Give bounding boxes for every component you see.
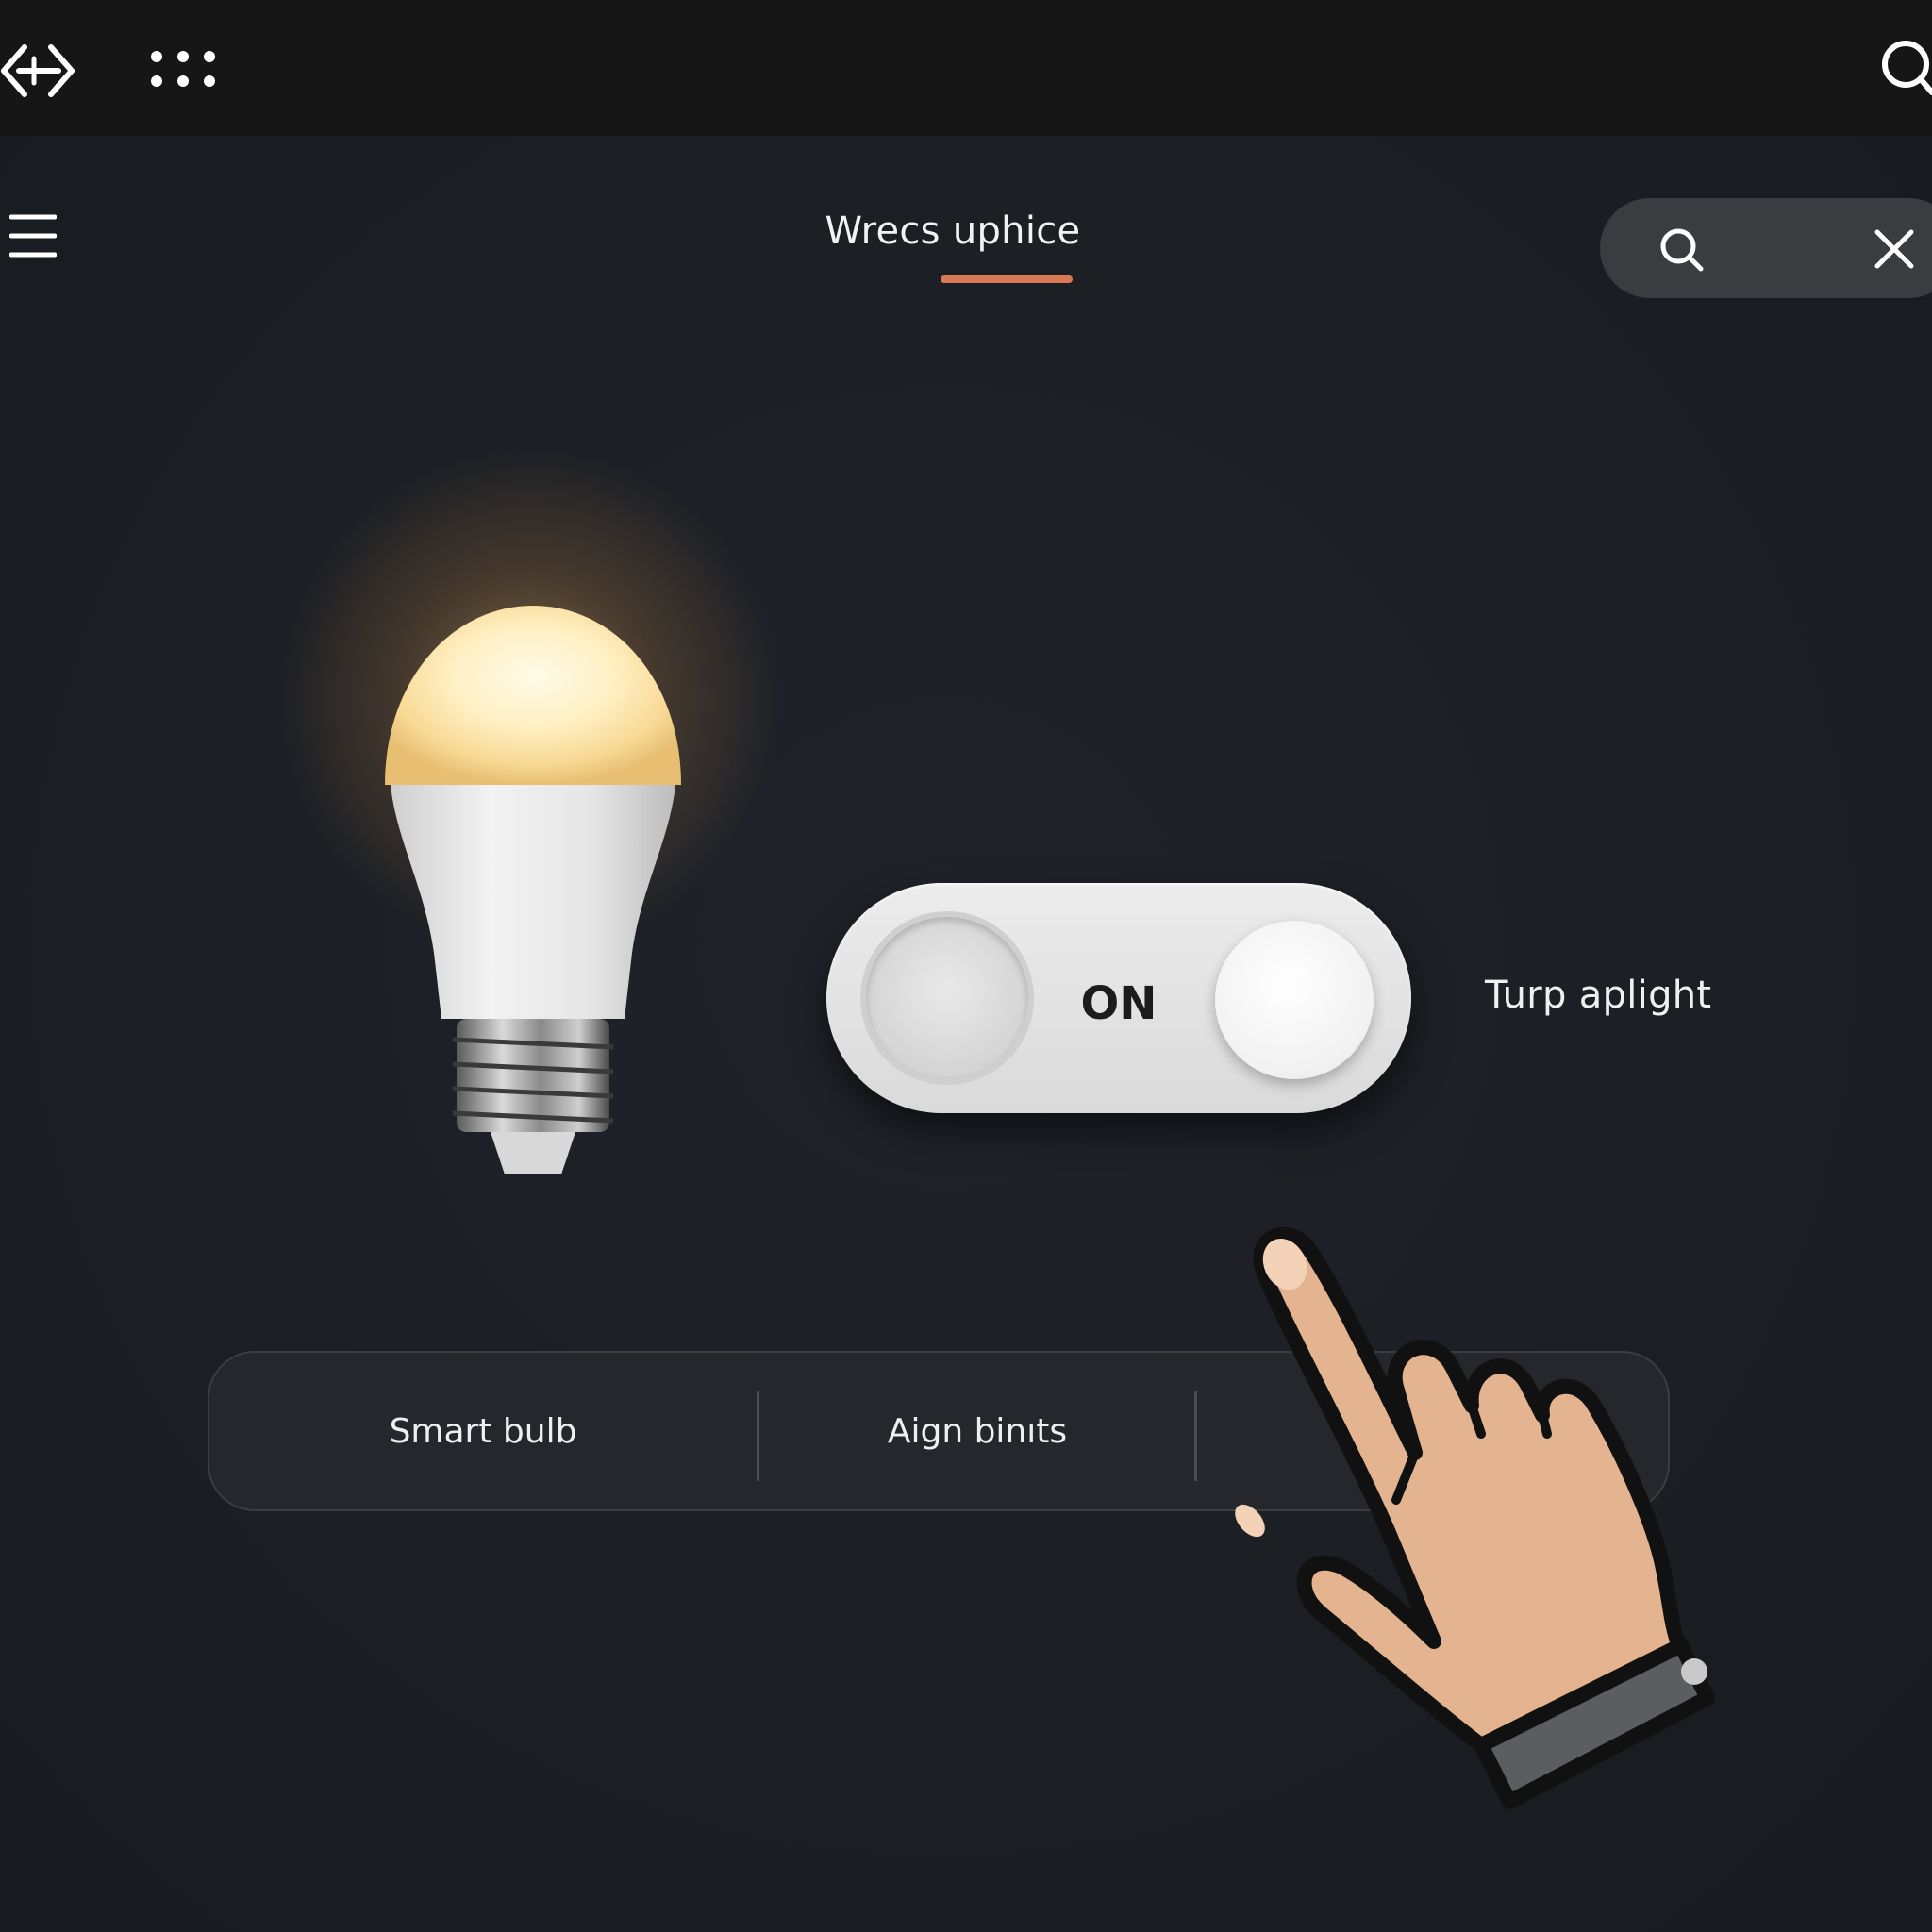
segment-divider: [1194, 1391, 1197, 1481]
toggle-thumb[interactable]: [1215, 921, 1374, 1079]
apps-grid-icon[interactable]: [149, 49, 217, 89]
close-icon[interactable]: [1874, 228, 1915, 270]
search-icon[interactable]: [1877, 36, 1932, 98]
segment-divider: [757, 1391, 759, 1481]
smart-light-screen: Wrecs uphice ON Turp aplight Smart bulb …: [0, 0, 1932, 1932]
back-forward-icon[interactable]: [0, 38, 75, 104]
search-icon[interactable]: [1658, 226, 1704, 272]
power-toggle[interactable]: ON: [826, 883, 1411, 1113]
toggle-caption: Turp aplight: [1485, 974, 1712, 1017]
toggle-state-label: ON: [1080, 977, 1158, 1030]
search-bar[interactable]: [1600, 198, 1932, 298]
page-title: Wrecs uphice: [824, 209, 1081, 253]
top-bar: [0, 0, 1932, 136]
pointing-hand-cursor-icon: [1235, 1226, 1715, 1809]
hamburger-menu-icon[interactable]: [9, 213, 57, 258]
segment-second[interactable]: Aign binıts: [760, 1353, 1194, 1509]
segment-smart-bulb[interactable]: Smart bulb: [209, 1353, 757, 1509]
toggle-off-knob: [866, 917, 1028, 1079]
light-bulb-icon: [385, 606, 681, 1174]
active-tab-indicator: [941, 275, 1073, 283]
